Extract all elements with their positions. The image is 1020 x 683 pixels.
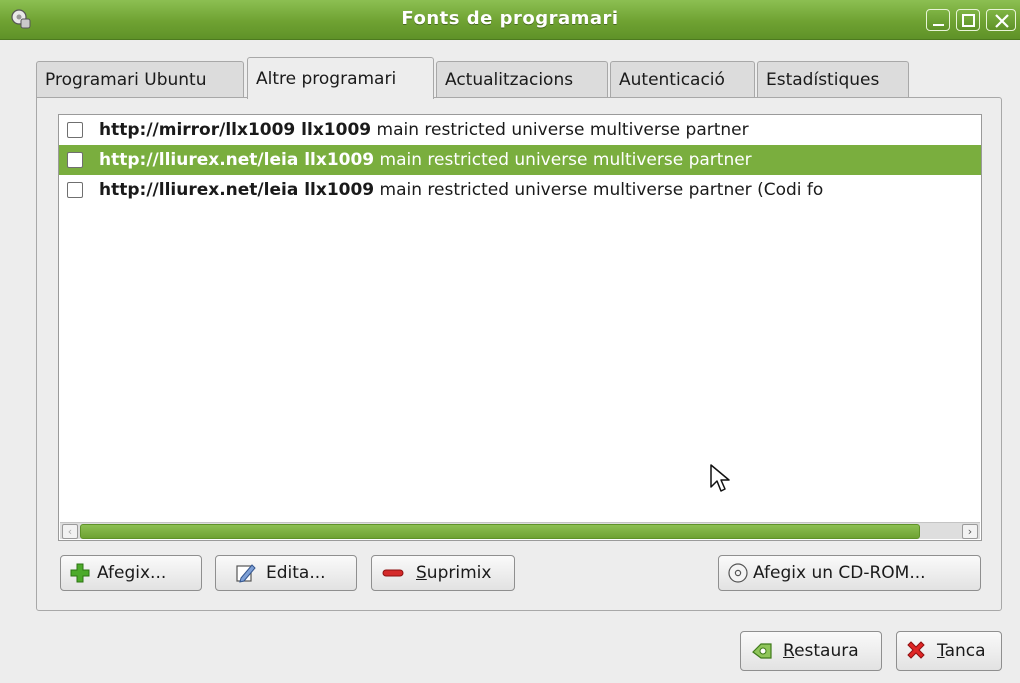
tab-label: Autenticació [619,70,725,90]
source-line: http://lliurex.net/leia llx1009 main res… [99,150,752,170]
add-button[interactable]: Afegix... [60,555,202,591]
tab-label: Estadístiques [766,70,880,90]
source-line: http://mirror/llx1009 llx1009 main restr… [99,120,749,140]
tab-estadistiques[interactable]: Estadístiques [757,61,909,98]
cdrom-icon [728,563,748,583]
tab-altre-programari[interactable]: Altre programari [247,57,434,99]
plus-icon [70,563,90,583]
horizontal-scrollbar[interactable]: ‹ › [60,522,980,539]
close-button[interactable]: Tanca [896,631,1002,671]
title-bar[interactable]: Fonts de programari [0,0,1020,40]
mouse-pointer-icon [710,464,730,492]
tab-programari-ubuntu[interactable]: Programari Ubuntu [36,61,244,98]
maximize-button[interactable] [956,9,980,31]
minimize-icon [933,24,944,26]
minimize-button[interactable] [926,9,950,31]
edit-button[interactable]: Edita... [215,555,357,591]
source-line: http://lliurex.net/leia llx1009 main res… [99,180,824,200]
tab-label: Programari Ubuntu [45,70,207,90]
edit-icon [236,564,256,583]
tab-label: Actualitzacions [445,70,574,90]
scroll-left-arrow[interactable]: ‹ [62,524,78,539]
tab-actualitzacions[interactable]: Actualitzacions [436,61,608,98]
edit-button-label: Edita... [266,563,326,583]
close-button-label: Tanca [937,641,986,661]
tab-autenticacio[interactable]: Autenticació [610,61,755,98]
tab-label: Altre programari [256,69,397,89]
add-cdrom-button-label: Afegix un CD-ROM... [753,563,926,583]
scrollbar-thumb[interactable] [80,524,920,539]
source-row-3[interactable]: http://lliurex.net/leia llx1009 main res… [59,175,981,205]
revert-icon [752,643,772,659]
close-x-icon [907,641,925,659]
scroll-right-arrow[interactable]: › [962,524,978,539]
remove-button-label: Suprimix [416,563,492,583]
close-window-button[interactable] [986,9,1016,31]
minus-icon [382,569,404,577]
revert-button-label: Restaura [783,641,859,661]
source-enabled-checkbox[interactable] [67,122,83,138]
maximize-icon [962,14,975,27]
close-icon [995,14,1009,28]
revert-button[interactable]: Restaura [740,631,882,671]
source-enabled-checkbox[interactable] [67,182,83,198]
remove-button[interactable]: Suprimix [371,555,515,591]
source-row-1[interactable]: http://mirror/llx1009 llx1009 main restr… [59,115,981,145]
add-button-label: Afegix... [97,563,167,583]
source-enabled-checkbox[interactable] [67,152,83,168]
sources-list[interactable]: http://mirror/llx1009 llx1009 main restr… [58,114,982,541]
window-title: Fonts de programari [401,8,619,29]
source-row-2[interactable]: http://lliurex.net/leia llx1009 main res… [59,145,981,175]
add-cdrom-button[interactable]: Afegix un CD-ROM... [718,555,981,591]
